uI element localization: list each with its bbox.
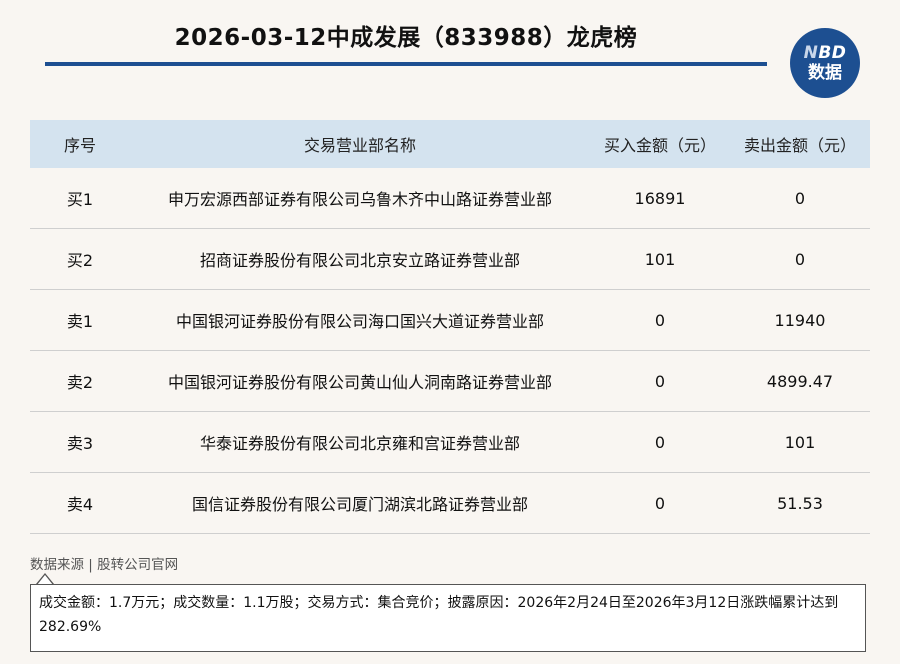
table-row: 卖3 华泰证券股份有限公司北京雍和宫证券营业部 0 101 — [30, 411, 870, 473]
nbd-logo: NBD 数据 — [790, 28, 860, 98]
data-source: 数据来源 | 股转公司官网 — [30, 557, 179, 573]
cell-sell-amount: 101 — [730, 411, 870, 473]
cell-buy-amount: 0 — [590, 411, 730, 473]
table-row: 买1 申万宏源西部证券有限公司乌鲁木齐中山路证券营业部 16891 0 — [30, 168, 870, 229]
header-sell-amount: 卖出金额（元） — [730, 120, 870, 168]
cell-sell-amount: 0 — [730, 168, 870, 229]
cell-rank: 卖3 — [30, 411, 130, 473]
cell-buy-amount: 0 — [590, 472, 730, 534]
cell-buy-amount: 0 — [590, 289, 730, 351]
table-row: 买2 招商证券股份有限公司北京安立路证券营业部 101 0 — [30, 228, 870, 290]
logo-bd: BD — [818, 42, 847, 63]
note-pointer — [36, 573, 54, 585]
cell-branch-name: 国信证券股份有限公司厦门湖滨北路证券营业部 — [130, 472, 590, 534]
cell-buy-amount: 16891 — [590, 168, 730, 229]
cell-buy-amount: 101 — [590, 228, 730, 290]
cell-branch-name: 中国银河证券股份有限公司海口国兴大道证券营业部 — [130, 289, 590, 351]
header-branch-name: 交易营业部名称 — [130, 120, 590, 168]
table-row: 卖2 中国银河证券股份有限公司黄山仙人洞南路证券营业部 0 4899.47 — [30, 350, 870, 412]
cell-rank: 卖4 — [30, 472, 130, 534]
cell-branch-name: 申万宏源西部证券有限公司乌鲁木齐中山路证券营业部 — [130, 168, 590, 229]
logo-line1: NBD — [803, 42, 847, 63]
cell-sell-amount: 51.53 — [730, 472, 870, 534]
header-rank: 序号 — [30, 120, 130, 168]
cell-rank: 买2 — [30, 228, 130, 290]
cell-buy-amount: 0 — [590, 350, 730, 412]
cell-sell-amount: 4899.47 — [730, 350, 870, 412]
cell-branch-name: 华泰证券股份有限公司北京雍和宫证券营业部 — [130, 411, 590, 473]
cell-branch-name: 招商证券股份有限公司北京安立路证券营业部 — [130, 228, 590, 290]
cell-rank: 买1 — [30, 168, 130, 229]
dragon-tiger-table: 序号 交易营业部名称 买入金额（元） 卖出金额（元） 买1 申万宏源西部证券有限… — [30, 120, 870, 534]
title-underline — [45, 62, 767, 66]
logo-n: N — [803, 42, 819, 63]
cell-rank: 卖1 — [30, 289, 130, 351]
table-header-row: 序号 交易营业部名称 买入金额（元） 卖出金额（元） — [30, 120, 870, 168]
cell-rank: 卖2 — [30, 350, 130, 412]
page-title: 2026-03-12中成发展（833988）龙虎榜 — [174, 25, 638, 51]
cell-sell-amount: 0 — [730, 228, 870, 290]
trade-summary-note: 成交金额：1.7万元；成交数量：1.1万股；交易方式：集合竞价；披露原因：202… — [30, 584, 866, 652]
table-row: 卖4 国信证券股份有限公司厦门湖滨北路证券营业部 0 51.53 — [30, 472, 870, 534]
header-buy-amount: 买入金额（元） — [590, 120, 730, 168]
cell-branch-name: 中国银河证券股份有限公司黄山仙人洞南路证券营业部 — [130, 350, 590, 412]
cell-sell-amount: 11940 — [730, 289, 870, 351]
table-row: 卖1 中国银河证券股份有限公司海口国兴大道证券营业部 0 11940 — [30, 289, 870, 351]
logo-line2: 数据 — [808, 62, 842, 83]
